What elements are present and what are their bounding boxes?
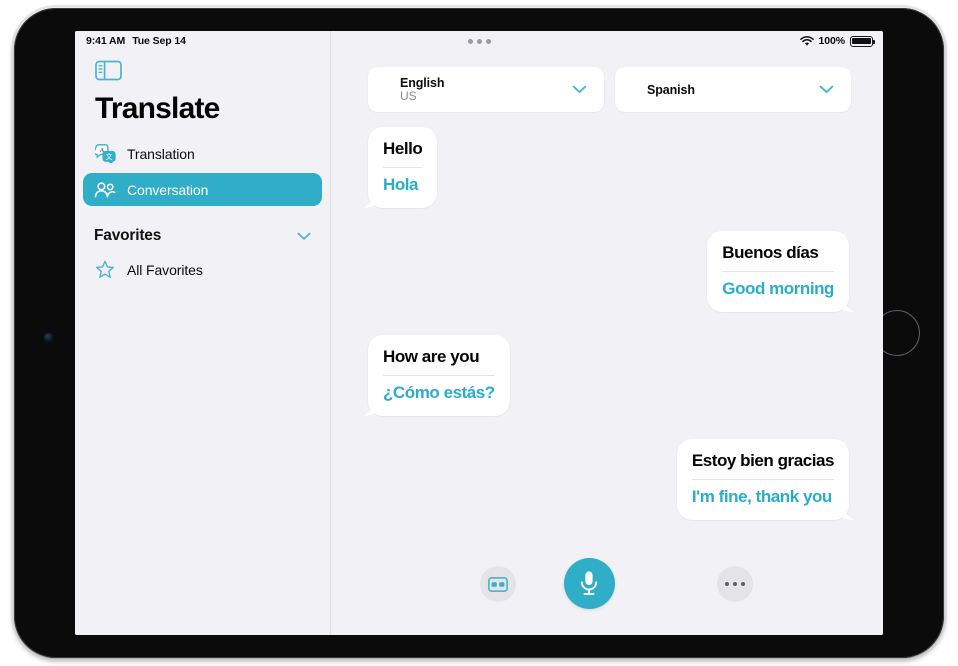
battery-percent-label: 100% (818, 35, 846, 47)
message-row: How are you ¿Cómo estás? (368, 335, 849, 416)
status-bar-center (75, 38, 883, 44)
chevron-down-icon[interactable] (809, 85, 843, 94)
message-translated-text: ¿Cómo estás? (383, 383, 495, 402)
more-options-button[interactable] (717, 566, 753, 602)
language-from-name: English (400, 75, 445, 90)
side-by-side-view-icon (488, 576, 508, 592)
message-divider (383, 375, 495, 376)
language-bar: English US Spanish (368, 67, 851, 112)
language-to-text: Spanish (615, 83, 809, 97)
message-row: Hello Hola (368, 127, 849, 208)
message-bubble[interactable]: Estoy bien gracias I'm fine, thank you (676, 439, 849, 520)
chevron-down-icon[interactable] (562, 85, 596, 94)
message-row: Estoy bien gracias I'm fine, thank you (368, 439, 849, 520)
ipad-device-frame: 9:41 AM Tue Sep 14 100% Translate A 文 Tr… (11, 5, 947, 661)
microphone-button[interactable] (563, 558, 615, 609)
message-bubble[interactable]: Buenos días Good morning (707, 231, 849, 312)
side-by-side-view-button[interactable] (480, 566, 516, 602)
message-bubble[interactable]: Hello Hola (368, 127, 438, 208)
chevron-down-icon[interactable] (297, 232, 311, 241)
front-camera (44, 333, 53, 342)
page-title: Translate (95, 92, 220, 125)
status-bar-right: 100% (799, 35, 876, 47)
microphone-icon (578, 570, 600, 597)
favorites-section-header[interactable]: Favorites (83, 224, 322, 248)
message-bubble[interactable]: How are you ¿Cómo estás? (368, 335, 510, 416)
message-source-text: Estoy bien gracias (691, 451, 835, 470)
sidebar-nav: A 文 Translation Conversation Favorites A… (83, 137, 322, 289)
favorites-title: Favorites (94, 227, 162, 244)
message-divider (383, 167, 423, 168)
sidebar-item-label: Conversation (127, 181, 209, 198)
message-divider (722, 271, 834, 272)
main-content: English US Spanish Hello Hola Buenos día… (332, 31, 883, 635)
language-from-region: US (400, 88, 417, 103)
sidebar-item-translation[interactable]: A 文 Translation (83, 137, 322, 170)
sidebar-item-conversation[interactable]: Conversation (83, 173, 322, 206)
star-icon (94, 260, 116, 280)
message-source-text: How are you (383, 347, 480, 366)
language-to-select[interactable]: Spanish (615, 67, 851, 112)
sidebar-toggle-icon[interactable] (95, 60, 122, 81)
sidebar-item-all-favorites[interactable]: All Favorites (83, 253, 322, 286)
translation-bubbles-icon: A 文 (94, 144, 116, 164)
language-from-text: English US (368, 76, 562, 103)
message-translated-text: Hola (383, 175, 419, 194)
multitasking-dots-icon[interactable] (467, 38, 491, 44)
sidebar-item-label: Translation (127, 145, 195, 162)
ipad-screen: 9:41 AM Tue Sep 14 100% Translate A 文 Tr… (75, 31, 883, 635)
message-row: Buenos días Good morning (368, 231, 849, 312)
status-bar: 9:41 AM Tue Sep 14 100% (75, 31, 883, 51)
message-source-text: Hello (383, 139, 423, 158)
more-ellipsis-icon (724, 581, 746, 587)
conversation-transcript: Hello Hola Buenos días Good morning How … (332, 127, 883, 539)
language-to-name: Spanish (647, 82, 695, 97)
message-translated-text: Good morning (722, 279, 834, 298)
language-from-select[interactable]: English US (368, 67, 604, 112)
message-source-text: Buenos días (722, 243, 819, 262)
message-divider (691, 479, 834, 480)
battery-full-icon (850, 35, 876, 47)
wifi-icon (799, 35, 814, 47)
message-translated-text: I'm fine, thank you (691, 487, 832, 506)
svg-text:文: 文 (105, 152, 112, 161)
sidebar-item-label: All Favorites (127, 261, 203, 278)
two-people-icon (94, 180, 116, 200)
sidebar: Translate A 文 Translation Conversation F… (75, 31, 331, 635)
bottom-toolbar (332, 552, 883, 626)
